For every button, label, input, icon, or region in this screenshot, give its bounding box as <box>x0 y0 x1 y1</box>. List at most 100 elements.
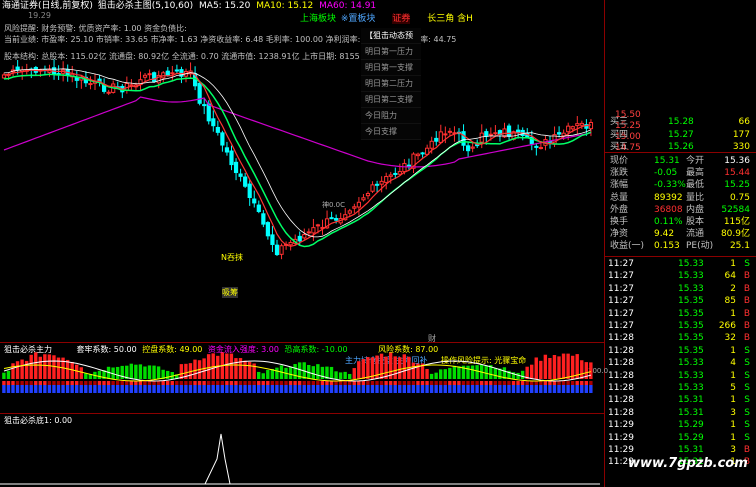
indicator1-bar <box>398 357 402 379</box>
indicator1-bar <box>97 370 102 379</box>
indicator1-base-bar <box>493 385 497 393</box>
indicator1-base-bar <box>156 385 161 393</box>
stat-value-2: 0.75 <box>729 192 750 203</box>
indicator1-bar <box>24 360 29 379</box>
indicator1-mid-bar <box>266 381 270 385</box>
indicator1-bar <box>229 353 234 379</box>
indicator1-mid-bar <box>211 381 215 385</box>
trade-price: 15.33 <box>678 271 704 282</box>
stat-row: 外盘 36808 内盘 52584 <box>606 204 754 217</box>
candle-body <box>420 152 425 155</box>
indicator1-base-bar <box>338 385 343 393</box>
candle-body <box>438 131 443 143</box>
indicator1-base-bar <box>252 385 256 393</box>
stat-value: -0.33% <box>654 180 686 191</box>
indicator1-base-bar <box>293 385 297 393</box>
indicator1-bar <box>152 365 156 379</box>
candle-body <box>256 204 261 212</box>
indicator1-mid-bar <box>416 381 420 385</box>
indicator1-base-bar <box>479 385 484 393</box>
indicator1-mid-bar <box>502 381 507 385</box>
indicator1-mid-bar <box>257 381 261 385</box>
trade-time: 11:27 <box>608 308 634 319</box>
indicator1-mid-bar <box>61 381 65 385</box>
indicator1-bar <box>580 360 584 379</box>
indicator1-base-bar <box>6 385 11 393</box>
candle-body <box>238 173 243 177</box>
indicator1-base-bar <box>434 385 438 393</box>
indicator2-spike <box>204 433 231 485</box>
indicator1-base-bar <box>147 385 152 393</box>
indicator1-mid-bar <box>493 381 497 385</box>
indicator1-mid-bar <box>311 381 315 385</box>
indicator1-base-bar <box>516 385 520 393</box>
candle-body <box>361 197 366 201</box>
indicator1-bar <box>338 372 343 379</box>
indicator1-base-bar <box>120 385 124 393</box>
stat-value: 0.11% <box>654 217 683 227</box>
indicator1-mid-bar <box>97 381 102 385</box>
indicator1-base-bar <box>502 385 507 393</box>
indicator1-mid-bar <box>402 381 406 385</box>
indicator2-chart[interactable] <box>0 414 604 487</box>
indicator1-mid-bar <box>270 381 275 385</box>
candle-body <box>170 72 175 75</box>
indicator1-bar <box>311 366 315 379</box>
indicator1-mid-bar <box>411 381 416 385</box>
candle-body <box>165 70 170 76</box>
indicator1-base-bar <box>443 385 447 393</box>
trade-row: 11:28 15.35 32 B <box>606 332 754 344</box>
stat-row: 现价 15.31 今开 15.36 <box>606 155 754 168</box>
indicator1-mid-bar <box>188 381 193 385</box>
indicator1-mid-bar <box>170 381 174 385</box>
trade-side: S <box>744 383 750 393</box>
indicator1-mid-bar <box>238 381 243 385</box>
indicator1-mid-bar <box>425 381 429 385</box>
trade-volume: 32 <box>724 333 736 344</box>
indicator1-bar <box>43 354 47 379</box>
trade-time: 11:28 <box>608 395 634 406</box>
candle-body <box>393 172 398 175</box>
indicator1-mid-bar <box>175 381 179 385</box>
trade-volume: 1 <box>730 259 736 269</box>
indicator1-base-bar <box>388 385 393 393</box>
trade-volume: 85 <box>724 296 736 307</box>
indicator1-bar <box>2 372 6 379</box>
stat-label: 涨跌 <box>610 168 629 179</box>
indicator1-base-bar <box>15 385 20 393</box>
main-kline-chart[interactable] <box>0 0 604 330</box>
indicator1-mid-bar <box>52 381 56 385</box>
indicator1-chart[interactable] <box>0 343 604 413</box>
trade-time: 11:28 <box>608 345 634 356</box>
indicator1-base-bar <box>220 385 224 393</box>
ask-vol: 330 <box>732 142 750 152</box>
indicator1-mid-bar <box>475 381 479 385</box>
indicator1-base-bar <box>166 385 170 393</box>
trade-volume: 266 <box>718 321 736 331</box>
indicator1-base-bar <box>143 385 147 393</box>
indicator1-base-bar <box>134 385 138 393</box>
indicator1-base-bar <box>170 385 174 393</box>
indicator1-mid-bar <box>366 381 370 385</box>
indicator1-bar <box>475 365 479 379</box>
indicator1-mid-bar <box>47 381 52 385</box>
trade-price: 15.33 <box>678 358 704 369</box>
indicator1-base-bar <box>543 385 548 393</box>
candle-body <box>484 131 489 137</box>
stat-row: 涨幅 -0.33% 最低 15.25 <box>606 179 754 192</box>
indicator1-mid-bar <box>407 381 411 385</box>
indicator1-base-bar <box>511 385 516 393</box>
indicator1-base-bar <box>439 385 443 393</box>
indicator1-mid-bar <box>479 381 484 385</box>
indicator1-bar <box>348 373 352 379</box>
indicator1-mid-bar <box>70 381 74 385</box>
indicator1-base-bar <box>261 385 265 393</box>
indicator1-base-bar <box>234 385 238 393</box>
indicator1-mid-bar <box>511 381 516 385</box>
stat-value-2: 25.1 <box>729 241 750 252</box>
indicator1-base-bar <box>552 385 557 393</box>
indicator1-base-bar <box>411 385 416 393</box>
indicator1-base-bar <box>311 385 315 393</box>
candle-body <box>334 217 339 221</box>
indicator1-base-bar <box>52 385 56 393</box>
